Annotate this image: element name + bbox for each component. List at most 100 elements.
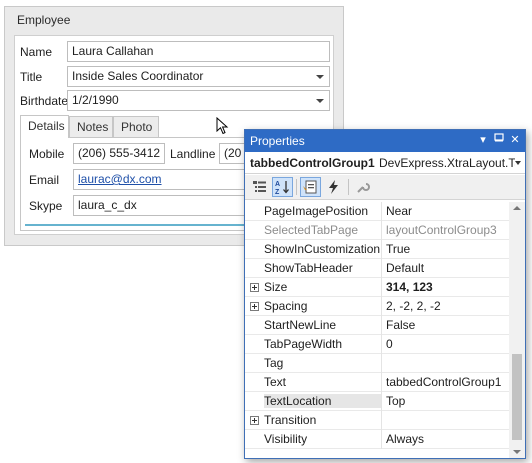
object-selector[interactable]: tabbedControlGroup1 DevExpress.XtraLayou… xyxy=(245,152,525,174)
chevron-down-icon[interactable] xyxy=(316,75,324,79)
property-row[interactable]: Spacing 2, -2, 2, -2 xyxy=(245,297,509,316)
column-divider xyxy=(381,335,382,354)
tab-notes[interactable]: Notes xyxy=(69,116,113,137)
property-row[interactable]: Text tabbedControlGroup1 xyxy=(245,373,509,392)
property-value[interactable]: Always xyxy=(386,432,508,446)
property-grid-scrollbar[interactable] xyxy=(509,202,525,458)
property-row[interactable]: SelectedTabPage layoutControlGroup3 xyxy=(245,221,509,240)
name-input[interactable]: Laura Callahan xyxy=(67,41,330,62)
expand-plus-icon[interactable] xyxy=(250,302,259,311)
close-icon[interactable]: ✕ xyxy=(508,133,522,148)
property-value[interactable]: tabbedControlGroup1 xyxy=(386,375,508,389)
property-row[interactable]: Visibility Always xyxy=(245,430,509,449)
title-value: Inside Sales Coordinator xyxy=(72,69,204,83)
object-name: tabbedControlGroup1 xyxy=(250,156,375,170)
property-name: SelectedTabPage xyxy=(264,223,359,237)
column-divider xyxy=(381,297,382,316)
tab-photo[interactable]: Photo xyxy=(113,116,159,137)
lightning-events-icon[interactable] xyxy=(323,177,344,197)
property-name: StartNewLine xyxy=(264,318,337,332)
property-row[interactable]: ShowInCustomization True xyxy=(245,240,509,259)
property-row[interactable]: Transition xyxy=(245,411,509,430)
pin-icon[interactable] xyxy=(492,133,506,148)
property-name: TextLocation xyxy=(264,394,381,408)
name-label: Name xyxy=(20,45,53,59)
title-label: Title xyxy=(20,70,43,84)
property-row[interactable]: PageImagePosition Near xyxy=(245,202,509,221)
chevron-down-icon[interactable] xyxy=(515,161,521,165)
property-row[interactable]: StartNewLine False xyxy=(245,316,509,335)
column-divider xyxy=(381,373,382,392)
property-value[interactable]: Near xyxy=(386,204,508,218)
expand-plus-icon[interactable] xyxy=(250,416,259,425)
wrench-icon[interactable] xyxy=(352,177,373,197)
property-row[interactable]: TextLocation Top xyxy=(245,392,509,411)
employee-group-title: Employee xyxy=(17,13,71,27)
object-type: DevExpress.XtraLayout.Ta xyxy=(379,156,515,170)
scroll-down-icon[interactable] xyxy=(513,450,521,454)
tab-details[interactable]: Details xyxy=(20,115,69,138)
mouse-cursor-icon xyxy=(216,117,229,135)
birthdate-label: Birthdate xyxy=(20,94,69,108)
birthdate-value: 1/2/1990 xyxy=(72,93,119,107)
properties-title: Properties xyxy=(250,134,305,148)
property-name: ShowInCustomization xyxy=(264,242,381,256)
column-divider xyxy=(381,259,382,278)
landline-label: Landline xyxy=(170,147,216,161)
dropdown-icon[interactable]: ▾ xyxy=(476,133,490,148)
property-name: Size xyxy=(264,280,288,294)
alphabetical-sort-icon[interactable]: A Z xyxy=(272,177,293,197)
property-value[interactable]: 2, -2, 2, -2 xyxy=(386,299,508,313)
mobile-input[interactable]: (206) 555-3412 xyxy=(73,143,165,164)
svg-text:Z: Z xyxy=(275,189,280,196)
title-row: Title Inside Sales Coordinator xyxy=(15,65,333,89)
property-value[interactable]: Top xyxy=(386,394,508,408)
property-name: TabPageWidth xyxy=(264,337,343,351)
property-row[interactable]: Tag xyxy=(245,354,509,373)
property-value[interactable]: False xyxy=(386,318,508,332)
mobile-label: Mobile xyxy=(29,147,65,161)
column-divider xyxy=(381,240,382,259)
scrollbar-thumb[interactable] xyxy=(512,354,522,440)
property-value[interactable]: Default xyxy=(386,261,508,275)
column-divider xyxy=(381,202,382,221)
scroll-up-icon[interactable] xyxy=(513,206,521,210)
property-name: Visibility xyxy=(264,432,308,446)
property-name: Transition xyxy=(264,413,317,427)
column-divider xyxy=(381,354,382,373)
email-link[interactable]: laurac@dx.com xyxy=(78,172,162,186)
properties-window: Properties ▾ ✕ tabbedControlGroup1 DevEx… xyxy=(244,129,526,459)
toolbar-separator xyxy=(348,179,349,195)
property-row[interactable]: TabPageWidth 0 xyxy=(245,335,509,354)
column-divider xyxy=(381,278,382,297)
property-value[interactable]: True xyxy=(386,242,508,256)
svg-text:A: A xyxy=(275,181,280,188)
title-combobox[interactable]: Inside Sales Coordinator xyxy=(67,66,330,87)
properties-titlebar[interactable]: Properties ▾ ✕ xyxy=(245,130,525,152)
properties-icon[interactable] xyxy=(300,177,321,197)
email-label: Email xyxy=(29,173,60,187)
property-name: Text xyxy=(264,375,287,389)
property-value[interactable]: layoutControlGroup3 xyxy=(386,223,508,237)
categorized-icon[interactable] xyxy=(249,177,270,197)
birthdate-date-edit[interactable]: 1/2/1990 xyxy=(67,90,330,111)
column-divider xyxy=(381,430,382,449)
column-divider xyxy=(381,221,382,240)
property-value[interactable]: 0 xyxy=(386,337,508,351)
name-row: Name Laura Callahan xyxy=(15,40,333,64)
property-grid: PageImagePosition Near SelectedTabPage layo… xyxy=(245,202,509,458)
property-name: Tag xyxy=(264,356,284,370)
column-divider xyxy=(381,316,382,335)
toolbar-separator xyxy=(296,179,297,195)
column-divider xyxy=(381,392,382,411)
skype-label: Skype xyxy=(29,199,63,213)
property-name: PageImagePosition xyxy=(264,204,369,218)
property-value[interactable]: 314, 123 xyxy=(386,280,508,294)
expand-plus-icon[interactable] xyxy=(250,283,259,292)
property-row[interactable]: ShowTabHeader Default xyxy=(245,259,509,278)
column-divider xyxy=(381,411,382,430)
birthdate-row: Birthdate 1/2/1990 xyxy=(15,89,333,113)
property-row[interactable]: Size 314, 123 xyxy=(245,278,509,297)
chevron-down-icon[interactable] xyxy=(316,99,324,103)
property-name: Spacing xyxy=(264,299,308,313)
